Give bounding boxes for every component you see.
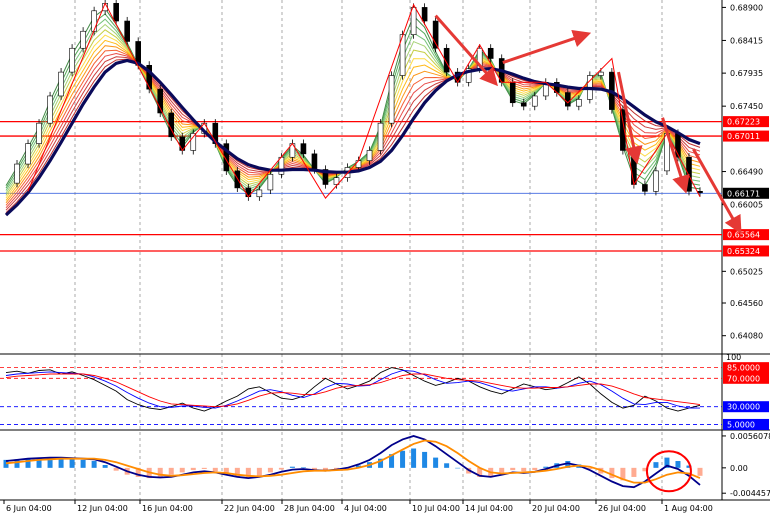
macd-histogram-bar [300,467,306,468]
candle-body [14,163,20,184]
x-tick-label: 4 Jul 04:00 [344,504,387,513]
macd-histogram-bar [256,467,262,476]
macd-histogram-bar [631,467,637,477]
price-y-tick-label: 0.68415 [730,36,763,45]
macd-histogram-bar [289,466,295,468]
macd-histogram-bar [444,463,450,468]
level-badge-label: 0.65324 [727,247,760,256]
macd-histogram-bar [58,458,64,468]
stochastic-level-label: 70.0000 [727,374,760,383]
price-y-tick-label: 0.64080 [730,332,763,341]
candle-body [531,95,538,107]
price-y-tick-label: 0.66490 [730,168,763,177]
macd-histogram-bar [69,459,75,468]
background [0,0,770,515]
candle-body [267,173,274,191]
macd-histogram-bar [102,465,108,468]
candle-body [69,47,75,73]
x-tick-label: 1 Aug 04:00 [664,504,713,513]
candle-body [36,122,42,144]
candle-body [520,102,527,107]
macd-histogram-bar [653,462,659,468]
x-tick-label: 12 Jun 04:00 [77,504,128,513]
price-y-tick-label: 0.68900 [730,3,763,12]
candle-body [113,3,119,22]
stochastic-level-label: 5.0000 [727,420,755,429]
macd-histogram-bar [411,448,417,468]
candle-body [598,71,604,76]
x-tick-label: 16 Jun 04:00 [142,504,193,513]
level-badge-label: 0.67011 [727,132,760,141]
x-tick-label: 20 Jul 04:00 [532,504,580,513]
candle-body [421,7,428,22]
candle-body [25,143,31,165]
candle-body [245,187,252,198]
candle-body [91,10,97,32]
candle-body [366,150,373,161]
macd-histogram-bar [521,467,527,472]
candle-body [47,95,53,124]
candle-body [509,82,516,104]
candle-body [300,143,307,155]
candle-body [311,153,318,170]
candle-body [686,156,692,192]
stochastic-y-tick-label: 100 [726,353,741,362]
candle-body [642,184,648,192]
macd-histogram-bar [697,467,703,476]
x-tick-label: 22 Jun 04:00 [224,504,275,513]
x-tick-label: 14 Jul 04:00 [465,504,513,513]
price-y-tick-label: 0.67450 [730,102,763,111]
macd-histogram-bar [510,467,516,471]
macd-y-tick-label: 0.00 [730,464,748,473]
macd-histogram-bar [179,467,185,473]
chart-svg[interactable]: 0.68900 0.68415 0.67935 0.67450 0.66490 0.660… [0,0,770,515]
price-y-tick-label: 0.65025 [730,267,763,276]
x-tick-label: 28 Jun 04:00 [284,504,335,513]
macd-histogram-bar [609,467,615,479]
macd-histogram-bar [433,457,439,468]
chart-root: 0.68900 0.68415 0.67935 0.67450 0.66490 0.660… [0,0,770,515]
price-y-tick-label: 0.64560 [730,299,763,308]
macd-histogram-bar [201,467,207,469]
macd-histogram-bar [168,467,174,475]
level-badge-label: 0.65564 [727,231,760,240]
x-tick-label: 6 Jun 04:00 [6,504,52,513]
price-y-tick-label: 0.67935 [730,69,763,78]
macd-histogram-bar [80,459,86,468]
stochastic-level-label: 30.0000 [727,403,760,412]
macd-histogram-bar [422,451,428,468]
candle-body [576,99,582,107]
candle-body [565,92,571,107]
x-tick-label: 26 Jul 04:00 [598,504,646,513]
price-y-tick-label: 0.66005 [730,201,763,210]
macd-histogram-bar [675,461,681,468]
macd-histogram-bar [190,467,196,471]
candle-body [124,20,130,42]
candle-body [487,47,494,59]
stochastic-level-label: 85.0000 [727,364,760,373]
candle-body [80,30,86,49]
x-tick-label: 10 Jul 04:00 [412,504,460,513]
macd-y-tick-label: 0.0056078 [730,432,770,441]
macd-histogram-bar [212,467,218,472]
macd-histogram-bar [455,467,461,469]
candle-body [388,75,395,124]
macd-histogram-bar [278,467,284,470]
macd-histogram-bar [91,461,97,468]
macd-y-tick-label: -0.0044577 [730,489,770,498]
candle-body [410,7,417,35]
macd-histogram-bar [400,450,406,468]
macd-histogram-bar [499,467,505,473]
candle-body [377,122,384,151]
level-badge-label: 0.66171 [727,189,760,198]
candle-body [58,71,64,97]
macd-histogram-bar [532,467,538,471]
candle-body [355,160,362,168]
candle-body [653,170,659,192]
level-badge-label: 0.67223 [727,118,760,127]
candle-body [190,133,197,151]
candle-body [256,189,263,198]
macd-histogram-bar [267,467,273,473]
